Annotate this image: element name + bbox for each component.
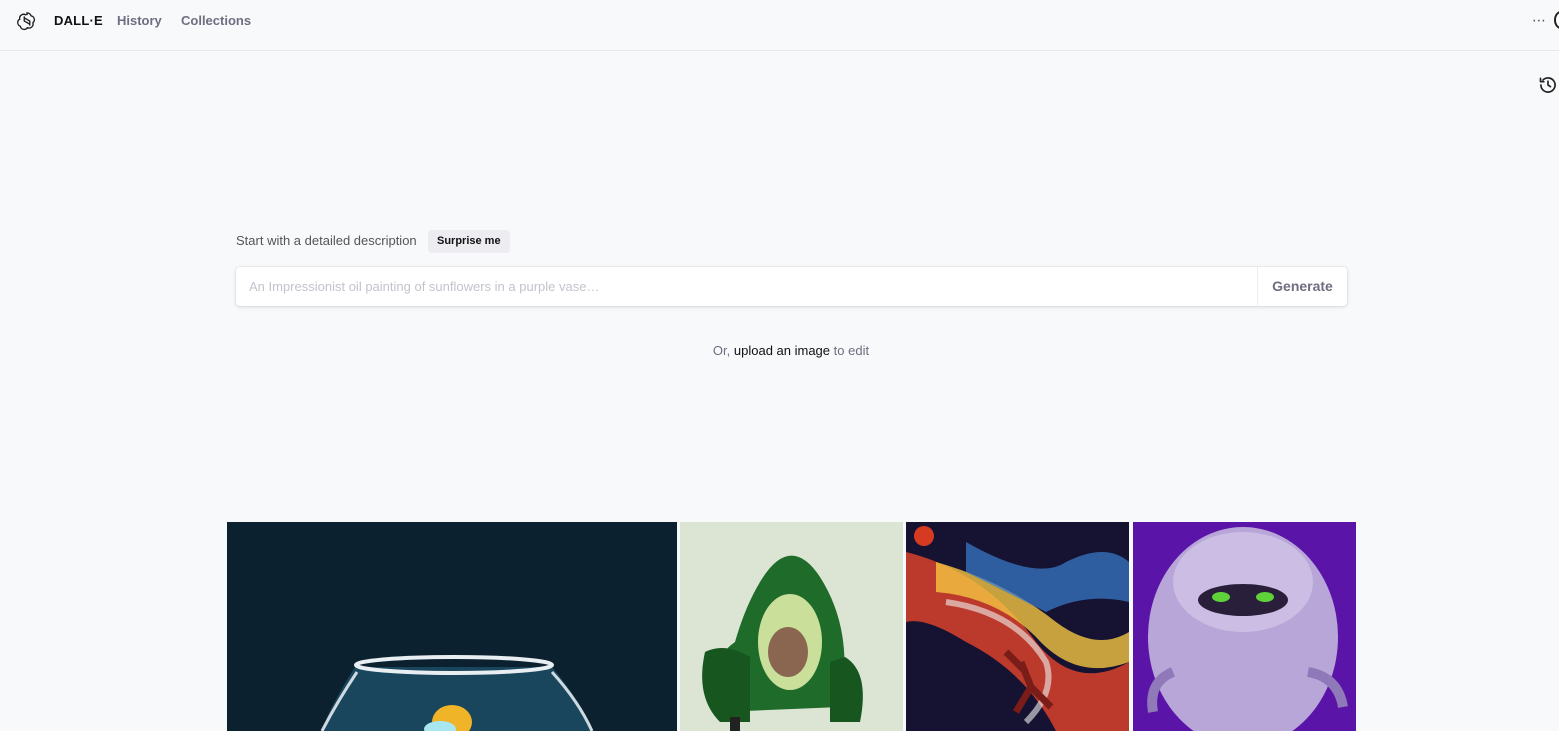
nav-collections[interactable]: Collections bbox=[181, 13, 251, 28]
gallery-image-fishbowl[interactable] bbox=[227, 522, 677, 731]
top-bar: DALL·E History Collections ⋯ bbox=[0, 0, 1559, 51]
gallery-image-purple-monster[interactable] bbox=[1133, 522, 1356, 731]
nav-history[interactable]: History bbox=[117, 13, 162, 28]
upload-suffix: to edit bbox=[833, 343, 870, 358]
brand-title[interactable]: DALL·E bbox=[54, 13, 103, 28]
prompt-box: Generate bbox=[236, 267, 1347, 306]
more-dots-icon[interactable]: ⋯ bbox=[1532, 12, 1550, 28]
generate-button[interactable]: Generate bbox=[1257, 267, 1347, 306]
history-clock-icon[interactable] bbox=[1538, 75, 1558, 95]
surprise-me-button[interactable]: Surprise me bbox=[428, 230, 510, 253]
prompt-input[interactable] bbox=[236, 267, 1257, 306]
avatar[interactable] bbox=[1554, 11, 1559, 29]
prompt-label: Start with a detailed description bbox=[236, 233, 417, 248]
gallery-image-space-basketball[interactable] bbox=[906, 522, 1129, 731]
upload-image-link[interactable]: upload an image bbox=[734, 343, 830, 358]
upload-line: Or, upload an image to edit bbox=[0, 343, 1559, 358]
openai-logo-icon[interactable] bbox=[16, 10, 38, 32]
gallery-image-avocado-chair[interactable] bbox=[680, 522, 903, 731]
upload-prefix: Or, bbox=[712, 343, 731, 358]
